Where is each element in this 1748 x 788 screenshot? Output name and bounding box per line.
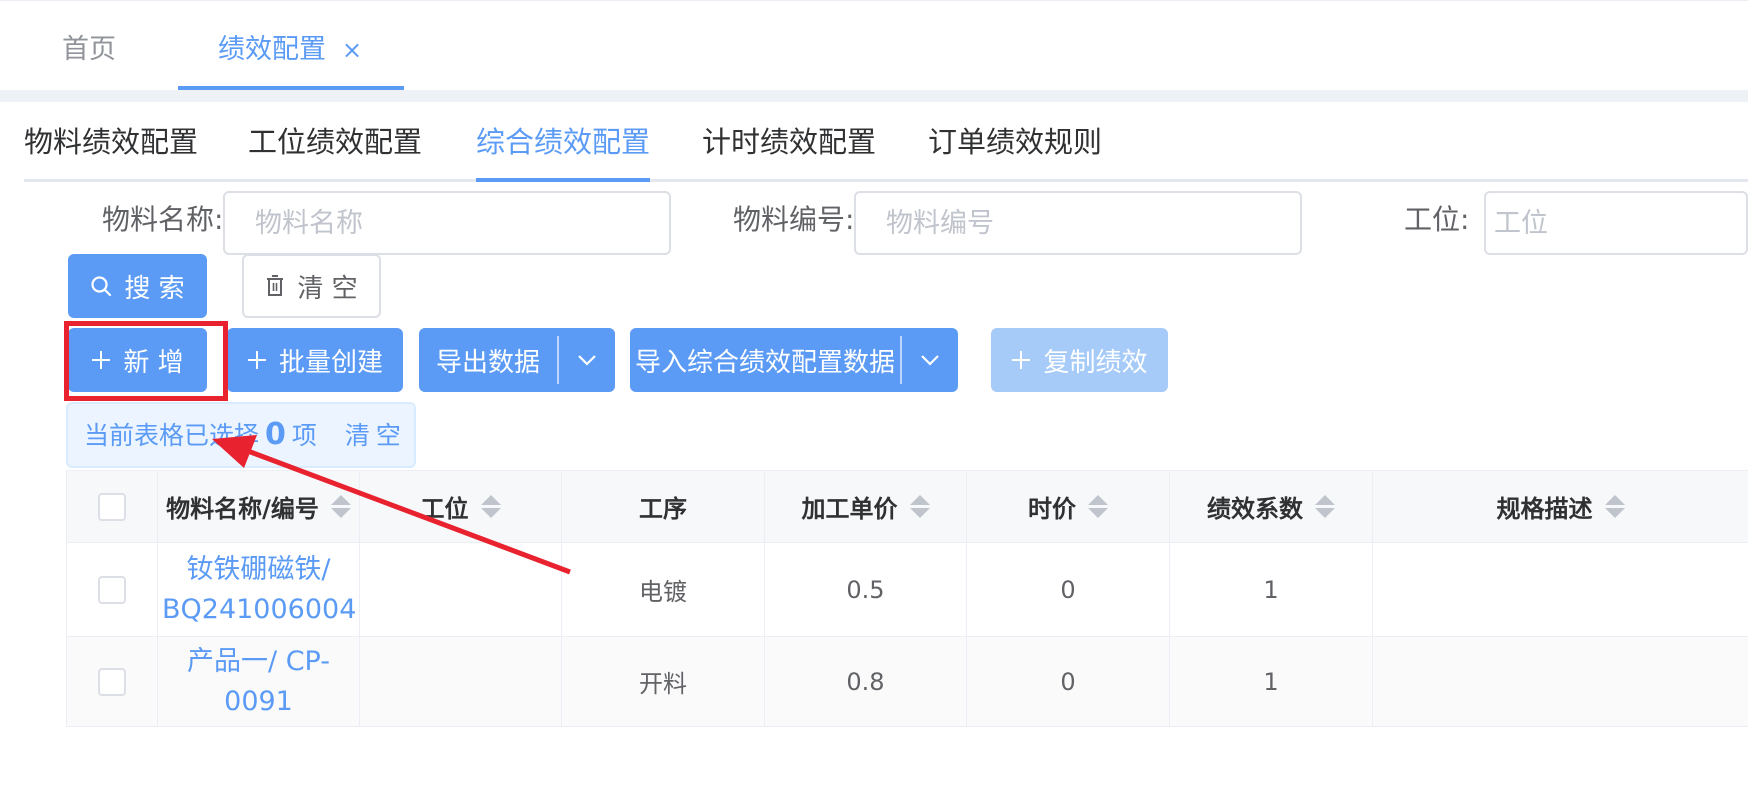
plus-icon [247,351,266,369]
material-name-input[interactable] [223,191,671,255]
tab-station-performance[interactable]: 工位绩效配置 [248,102,422,182]
import-button[interactable]: 导入综合绩效配置数据 [630,328,900,392]
row-select-cell [66,636,158,727]
select-all-checkbox[interactable] [98,493,126,521]
spec-cell [1372,636,1748,727]
row-checkbox[interactable] [98,668,126,696]
column-header[interactable]: 绩效系数 [1169,470,1373,543]
sort-icon[interactable] [1604,495,1625,518]
sort-icon[interactable] [330,495,351,518]
add-button-label: 新 增 [123,347,184,378]
unit-price-cell: 0.5 [764,542,967,637]
clear-button-label: 清 空 [297,273,358,304]
sort-icon[interactable] [1315,495,1335,518]
column-header[interactable]: 工位 [359,470,562,543]
coefficient-cell: 1 [1169,636,1373,727]
column-header[interactable]: 规格描述 [1372,470,1748,543]
sort-icon[interactable] [909,495,930,518]
tab-order-performance-rules[interactable]: 订单绩效规则 [928,102,1102,182]
copy-performance-button[interactable]: 复制绩效 [991,328,1168,392]
hourly-price-cell: 0 [966,542,1170,637]
material-link[interactable]: 钕铁硼磁铁/ BQ241006004 [157,542,360,637]
page-tab-label: 绩效配置 [218,34,326,65]
station-cell [359,636,562,727]
page-tab-performance-config[interactable]: 绩效配置 × [178,1,404,91]
sort-icon[interactable] [1088,495,1108,518]
copy-performance-label: 复制绩效 [1043,347,1148,378]
search-icon [91,276,112,297]
station-cell [359,542,562,637]
column-header-label: 工位 [420,495,469,523]
clear-button[interactable]: 清 空 [242,254,381,318]
material-name-label: 物料名称: [102,203,224,236]
clear-selection-link[interactable]: 清空 [345,421,407,450]
plus-icon [1012,351,1031,369]
selection-suffix: 项 [291,421,317,450]
export-button[interactable]: 导出数据 [419,328,557,392]
column-header-label: 绩效系数 [1207,495,1303,523]
column-header: 工序 [561,470,765,543]
chevron-down-icon [578,355,596,366]
spec-cell [1372,542,1748,637]
performance-table: 物料名称/编号 工位 工序 加工单价 时价 绩效系数 规格描述 钕铁硼磁铁/ B… [66,470,1748,727]
row-checkbox[interactable] [98,576,126,604]
tab-timing-performance[interactable]: 计时绩效配置 [702,102,876,182]
selection-prefix: 当前表格已选择 [84,421,260,450]
table-row: 产品一/ CP-0091 开料 0.8 0 1 [66,636,1748,727]
column-header-label: 规格描述 [1496,495,1593,523]
export-dropdown-toggle[interactable] [559,328,615,392]
export-button-group: 导出数据 [419,328,615,392]
page-tab-bar: 首页 绩效配置 × [0,0,1748,91]
table-row: 钕铁硼磁铁/ BQ241006004 电镀 0.5 0 1 [66,542,1748,637]
tab-material-performance[interactable]: 物料绩效配置 [24,102,198,182]
close-icon[interactable]: × [342,1,362,99]
search-button[interactable]: 搜 索 [68,254,207,318]
row-select-cell [66,542,158,637]
export-label: 导出数据 [435,347,540,378]
page-tab-home[interactable]: 首页 [62,1,116,91]
select-all-cell [66,470,158,543]
process-cell: 电镀 [561,542,765,637]
tab-comprehensive-performance[interactable]: 综合绩效配置 [476,102,651,182]
batch-create-label: 批量创建 [278,347,383,378]
column-header-label: 工序 [639,495,687,523]
material-link[interactable]: 产品一/ CP-0091 [157,636,360,727]
table-header-row: 物料名称/编号 工位 工序 加工单价 时价 绩效系数 规格描述 [66,470,1748,543]
sub-tab-bar: 物料绩效配置 工位绩效配置 综合绩效配置 计时绩效配置 订单绩效规则 [14,102,1748,182]
tabs-divider [0,90,1748,102]
unit-price-cell: 0.8 [764,636,967,727]
trash-icon [267,275,284,296]
chevron-down-icon [921,355,939,366]
hourly-price-cell: 0 [966,636,1170,727]
main-card: 物料绩效配置 工位绩效配置 综合绩效配置 计时绩效配置 订单绩效规则 物料名称:… [14,102,1748,788]
column-header-label: 加工单价 [801,495,898,523]
sort-icon[interactable] [480,495,501,518]
import-label: 导入综合绩效配置数据 [634,347,895,378]
coefficient-cell: 1 [1169,542,1373,637]
column-header-label: 时价 [1028,495,1076,523]
import-dropdown-toggle[interactable] [902,328,958,392]
station-input[interactable] [1484,191,1748,255]
column-header[interactable]: 时价 [966,470,1170,543]
material-code-label: 物料编号: [733,203,855,236]
column-header[interactable]: 物料名称/编号 [157,470,360,543]
column-header-label: 物料名称/编号 [166,495,319,523]
add-button[interactable]: 新 增 [68,328,207,392]
station-label: 工位: [1404,203,1470,236]
selection-count: 0 [265,417,286,452]
plus-icon [92,351,111,369]
process-cell: 开料 [561,636,765,727]
material-code-input[interactable] [854,191,1302,255]
batch-create-button[interactable]: 批量创建 [227,328,403,392]
import-button-group: 导入综合绩效配置数据 [630,328,958,392]
search-button-label: 搜 索 [124,273,185,304]
column-header[interactable]: 加工单价 [764,470,967,543]
selection-alert: 当前表格已选择 0 项清空 [66,402,416,468]
